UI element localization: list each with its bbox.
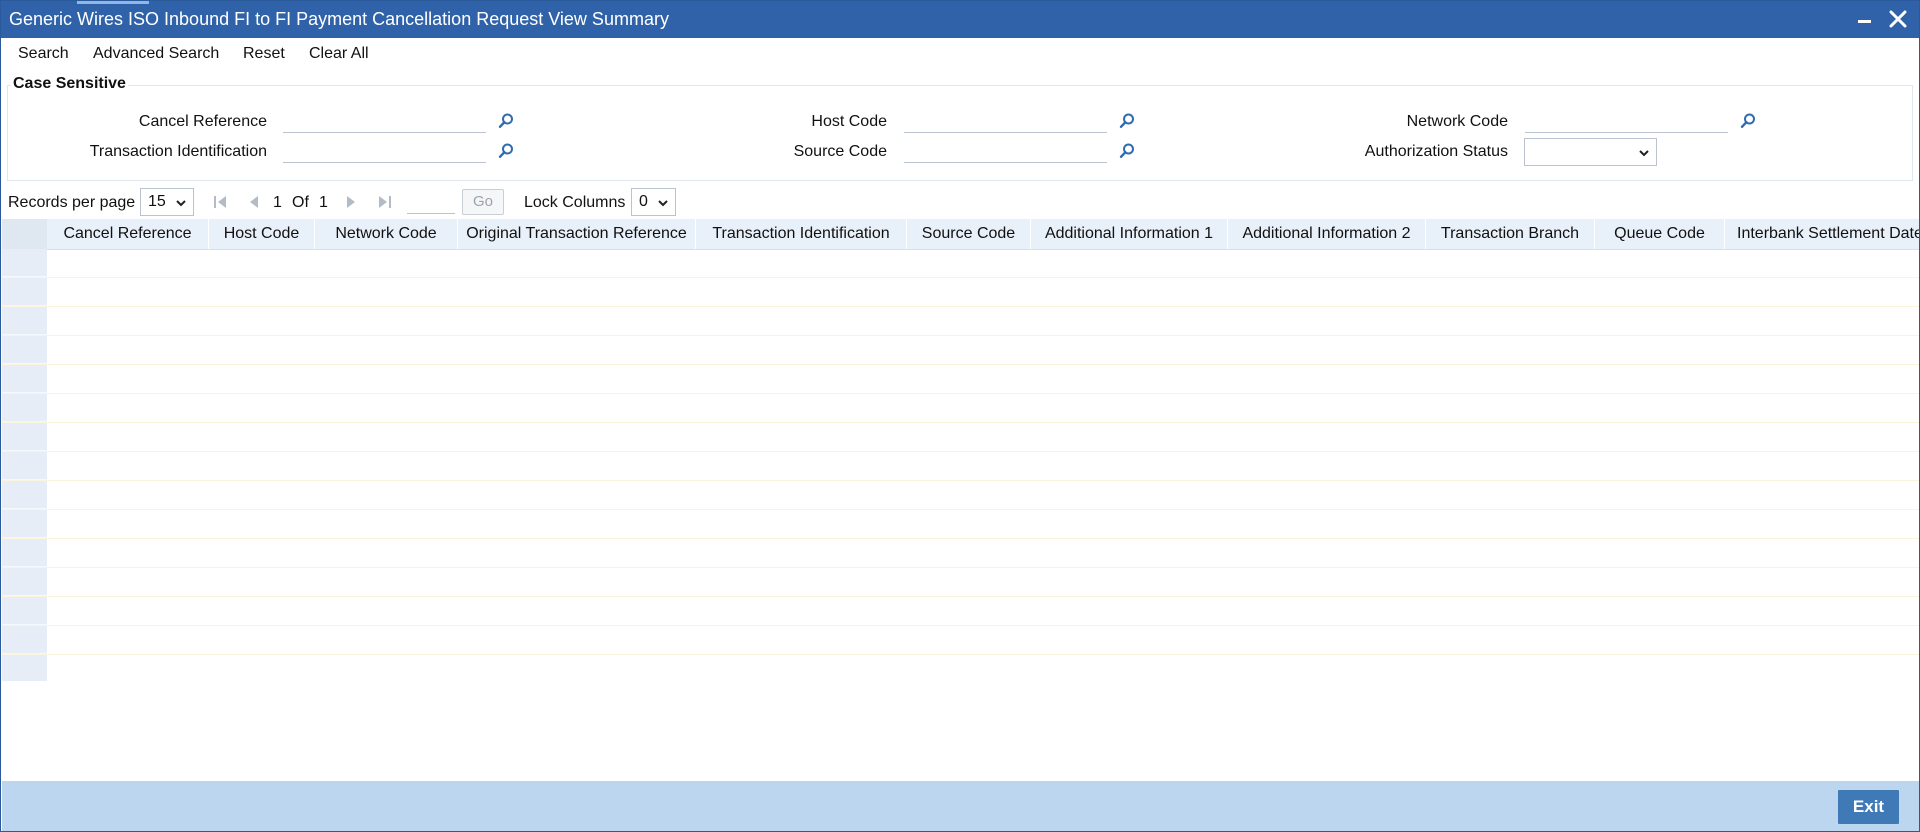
records-per-page-label: Records per page	[8, 194, 136, 211]
row-select-cell[interactable]	[2, 394, 47, 422]
table-row[interactable]	[2, 597, 1919, 626]
title-bar: Generic Wires ISO Inbound FI to FI Payme…	[1, 1, 1919, 38]
transaction-identification-input[interactable]	[283, 141, 486, 163]
row-select-cell[interactable]	[2, 278, 47, 306]
lock-columns-select[interactable]: 0	[631, 188, 676, 216]
row-select-cell[interactable]	[2, 249, 47, 277]
chevron-down-icon	[176, 200, 186, 207]
toolbar: Search Advanced Search Reset Clear All	[1, 38, 1919, 70]
source-code-input[interactable]	[904, 141, 1107, 163]
table-row[interactable]	[2, 394, 1919, 423]
table-row[interactable]	[2, 626, 1919, 655]
page-number-input[interactable]	[407, 190, 455, 214]
row-select-cell[interactable]	[2, 626, 47, 654]
cancel-reference-lookup-icon[interactable]	[497, 112, 515, 130]
transaction-identification-label: Transaction Identification	[89, 143, 267, 160]
lock-columns-value: 0	[639, 193, 648, 210]
host-code-input[interactable]	[904, 111, 1107, 133]
column-header-transaction-identification[interactable]: Transaction Identification	[696, 219, 907, 249]
row-select-cell[interactable]	[2, 452, 47, 480]
title-accent	[77, 1, 149, 4]
grid-header-row: Cancel Reference Host Code Network Code …	[2, 219, 1919, 250]
column-header-cancel-reference[interactable]: Cancel Reference	[47, 219, 209, 249]
table-row[interactable]	[2, 452, 1919, 481]
table-row[interactable]	[2, 307, 1919, 336]
column-header-original-transaction-reference[interactable]: Original Transaction Reference	[458, 219, 696, 249]
clear-all-button[interactable]: Clear All	[309, 45, 369, 63]
current-page: 1	[273, 194, 282, 211]
row-select-cell[interactable]	[2, 568, 47, 596]
records-per-page-value: 15	[148, 193, 166, 210]
minimize-icon[interactable]	[1855, 9, 1875, 29]
reset-button[interactable]: Reset	[243, 45, 285, 63]
network-code-label: Network Code	[1406, 113, 1508, 130]
search-criteria-panel	[7, 85, 1913, 181]
last-page-icon[interactable]	[377, 194, 393, 210]
network-code-input[interactable]	[1525, 111, 1728, 133]
close-icon[interactable]	[1887, 8, 1909, 30]
select-all-cell[interactable]	[2, 219, 47, 249]
previous-page-icon[interactable]	[246, 194, 262, 210]
chevron-down-icon	[1639, 150, 1649, 157]
table-row[interactable]	[2, 655, 1919, 681]
advanced-search-button[interactable]: Advanced Search	[93, 45, 219, 63]
transaction-identification-lookup-icon[interactable]	[497, 142, 515, 160]
host-code-lookup-icon[interactable]	[1118, 112, 1136, 130]
first-page-icon[interactable]	[212, 194, 228, 210]
network-code-lookup-icon[interactable]	[1739, 112, 1757, 130]
row-select-cell[interactable]	[2, 423, 47, 451]
lock-columns-label: Lock Columns	[524, 194, 626, 211]
cancel-reference-input[interactable]	[283, 111, 486, 133]
source-code-label: Source Code	[793, 143, 887, 160]
column-header-additional-information-2[interactable]: Additional Information 2	[1228, 219, 1426, 249]
table-row[interactable]	[2, 481, 1919, 510]
results-grid: Cancel Reference Host Code Network Code …	[2, 219, 1919, 681]
exit-button[interactable]: Exit	[1838, 790, 1899, 824]
column-header-transaction-branch[interactable]: Transaction Branch	[1426, 219, 1595, 249]
table-row[interactable]	[2, 365, 1919, 394]
case-sensitive-legend: Case Sensitive	[11, 75, 128, 93]
column-header-interbank-settlement-date[interactable]: Interbank Settlement Date	[1725, 219, 1919, 249]
row-select-cell[interactable]	[2, 539, 47, 567]
table-row[interactable]	[2, 539, 1919, 568]
row-select-cell[interactable]	[2, 481, 47, 509]
table-row[interactable]	[2, 568, 1919, 597]
authorization-status-label: Authorization Status	[1364, 143, 1508, 160]
authorization-status-select[interactable]	[1524, 138, 1657, 166]
column-header-additional-information-1[interactable]: Additional Information 1	[1031, 219, 1228, 249]
cancel-reference-label: Cancel Reference	[138, 113, 267, 130]
column-header-network-code[interactable]: Network Code	[315, 219, 458, 249]
search-button[interactable]: Search	[18, 45, 69, 63]
next-page-icon[interactable]	[343, 194, 359, 210]
table-row[interactable]	[2, 336, 1919, 365]
row-select-cell[interactable]	[2, 655, 47, 681]
chevron-down-icon	[658, 200, 668, 207]
column-header-host-code[interactable]: Host Code	[209, 219, 315, 249]
host-code-label: Host Code	[811, 113, 887, 130]
row-select-cell[interactable]	[2, 307, 47, 335]
row-select-cell[interactable]	[2, 510, 47, 538]
column-header-queue-code[interactable]: Queue Code	[1595, 219, 1725, 249]
go-button[interactable]: Go	[462, 189, 504, 215]
row-select-cell[interactable]	[2, 597, 47, 625]
table-row[interactable]	[2, 249, 1919, 278]
footer-bar: Exit	[2, 781, 1919, 831]
records-per-page-select[interactable]: 15	[140, 188, 194, 216]
column-header-source-code[interactable]: Source Code	[907, 219, 1031, 249]
table-row[interactable]	[2, 423, 1919, 452]
table-row[interactable]	[2, 510, 1919, 539]
of-label: Of	[292, 194, 309, 211]
row-select-cell[interactable]	[2, 336, 47, 364]
summary-window: Generic Wires ISO Inbound FI to FI Payme…	[0, 0, 1920, 832]
row-select-cell[interactable]	[2, 365, 47, 393]
window-title: Generic Wires ISO Inbound FI to FI Payme…	[9, 9, 669, 29]
pagination-bar: Records per page 15 1 Of 1 Go Lock Colum…	[1, 187, 1919, 217]
table-row[interactable]	[2, 278, 1919, 307]
source-code-lookup-icon[interactable]	[1118, 142, 1136, 160]
total-pages: 1	[319, 194, 328, 211]
